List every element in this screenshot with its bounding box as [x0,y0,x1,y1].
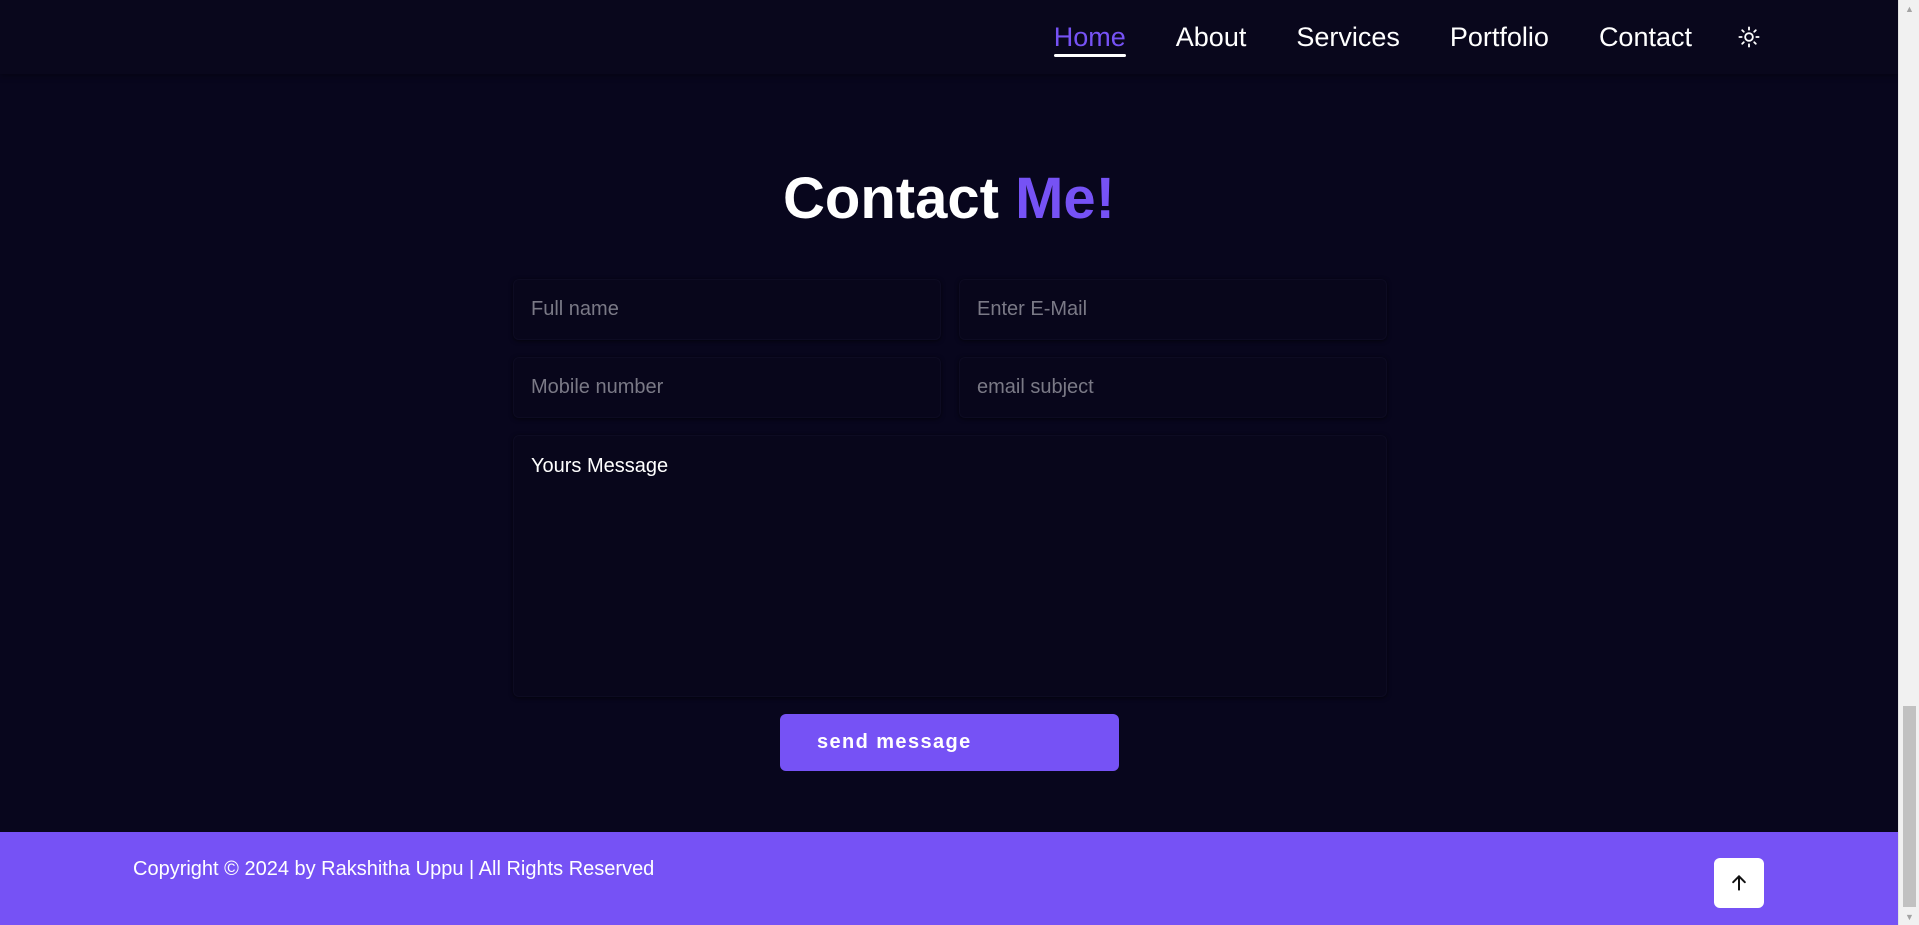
site-header: Home About Services Portfolio Contact [0,0,1898,74]
nav-portfolio-link[interactable]: Portfolio [1450,0,1549,74]
message-textarea[interactable] [513,435,1387,697]
nav-services-link[interactable]: Services [1296,0,1400,74]
form-row-2 [513,357,1387,418]
contact-title-accent: Me! [1015,166,1115,231]
email-input[interactable] [959,279,1387,340]
scroll-to-top-button[interactable] [1714,858,1764,908]
nav-about-link[interactable]: About [1176,0,1247,74]
nav-home-link[interactable]: Home [1053,0,1126,74]
contact-form [513,279,1387,697]
site-footer: Copyright © 2024 by Rakshitha Uppu | All… [0,832,1898,925]
mobile-number-input[interactable] [513,357,941,418]
contact-title: Contact Me! [0,166,1898,232]
main-nav: Home About Services Portfolio Contact [1004,0,1762,74]
page: Home About Services Portfolio Contact Co… [0,0,1919,925]
send-message-button[interactable]: send message [780,714,1119,771]
scroll-down-arrow-icon[interactable]: ▼ [1899,908,1919,925]
email-subject-input[interactable] [959,357,1387,418]
arrow-up-icon [1729,873,1749,893]
contact-title-main: Contact [783,166,999,231]
full-name-input[interactable] [513,279,941,340]
form-row-1 [513,279,1387,340]
scroll-up-arrow-icon[interactable]: ▲ [1899,0,1919,17]
sun-icon[interactable] [1736,24,1762,50]
vertical-scrollbar[interactable]: ▲ ▼ [1898,0,1919,925]
nav-contact-link[interactable]: Contact [1599,0,1692,74]
scrollbar-thumb[interactable] [1903,706,1916,907]
copyright-text: Copyright © 2024 by Rakshitha Uppu | All… [133,858,655,880]
